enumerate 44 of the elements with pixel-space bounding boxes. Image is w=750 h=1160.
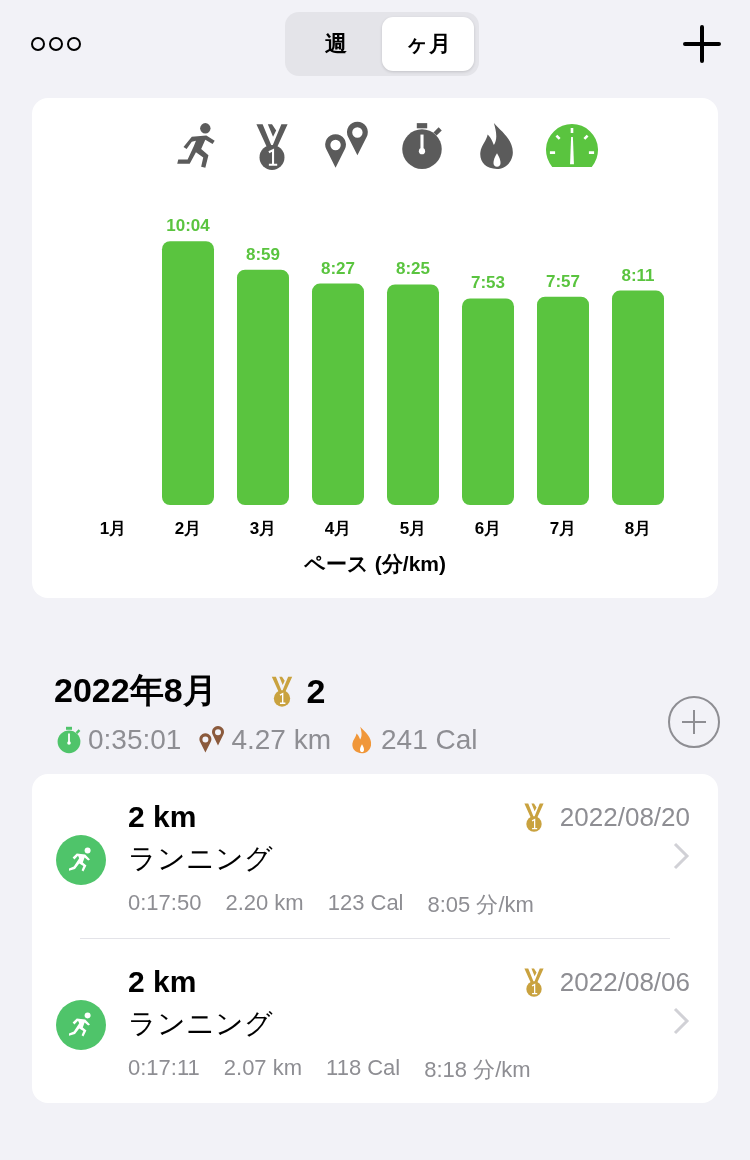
activity-type: ランニング [128,842,273,876]
month-title: 2022年8月 [54,670,217,711]
activity-stat: 0:17:50 [128,890,202,917]
running-activity-icon [56,1000,106,1050]
month-axis-label: 3月 [249,519,277,538]
summary-stat: 0:35:01 [88,724,182,756]
axis-title: ペース (分/km) [303,551,447,577]
month-axis-label: 4月 [324,519,352,538]
bar-value-label: 8:59 [246,244,280,264]
activity-stat: 118 Cal [326,1055,401,1082]
add-icon[interactable] [682,24,722,64]
bar-value-label: 7:57 [546,271,580,291]
segment-tab[interactable]: 週 [290,17,382,71]
more-icon[interactable] [30,35,82,53]
activity-title: 2 km [128,800,197,834]
summary-stat: 4.27 km [231,724,332,756]
month-axis-label: 2月 [174,519,202,538]
month-axis-label: 5月 [399,519,427,538]
activity-type: ランニング [128,1007,273,1041]
activity-stat: 2.20 km [225,890,304,917]
add-circle-button[interactable] [668,696,720,748]
activity-date: 2022/08/20 [559,801,690,833]
activity-title: 2 km [128,965,197,999]
bar-value-label: 10:04 [166,216,210,236]
bar-value-label: 8:25 [396,259,430,279]
bar-value-label: 8:11 [621,265,655,285]
summary-stat: 241 Cal [381,724,478,756]
activity-stat: 8:05 分/km [427,891,534,919]
activity-stat: 123 Cal [327,890,404,917]
month-axis-label: 8月 [624,519,652,538]
bar-value-label: 8:27 [321,258,355,278]
medal-count: 2 [306,671,326,711]
month-axis-label: 6月 [474,519,502,538]
activity-date: 2022/08/06 [559,966,690,998]
plus-icon [679,707,709,737]
gauge-icon [545,123,598,169]
activity-stat: 0:17:11 [128,1055,200,1082]
month-axis-label: 7月 [549,519,577,538]
segment-tab[interactable]: ヶ月 [382,17,474,71]
activity-stat: 8:18 分/km [424,1056,531,1084]
month-axis-label: 1月 [99,519,127,538]
activity-stat: 2.07 km [223,1055,303,1082]
bar-value-label: 7:53 [471,273,505,293]
running-activity-icon [56,835,106,885]
